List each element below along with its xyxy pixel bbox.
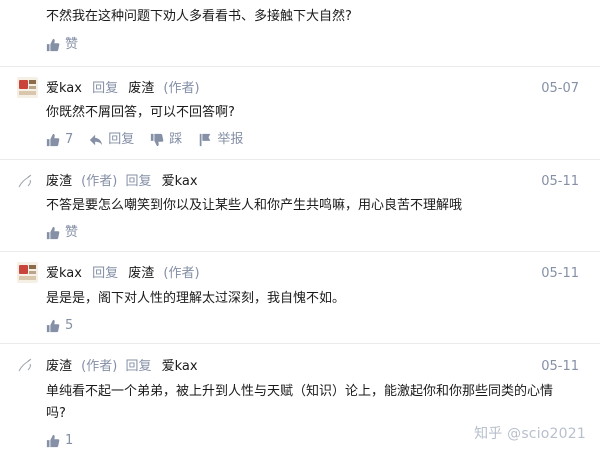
author-name[interactable]: 废渣 bbox=[46, 174, 72, 189]
comment-actions: 5 bbox=[46, 317, 89, 335]
like-button[interactable]: 赞 bbox=[46, 224, 78, 242]
like-label: 赞 bbox=[65, 225, 79, 240]
avatar[interactable] bbox=[17, 355, 38, 376]
reply-target-name[interactable]: 废渣 bbox=[128, 81, 154, 96]
comment-item: 废渣 (作者) 回复 爱kax 05-11 不答是要怎么嘲笑到你以及让某些人和你… bbox=[0, 159, 600, 251]
author-tag: (作者) bbox=[81, 174, 118, 189]
author-tag: (作者) bbox=[163, 266, 200, 281]
comment-meta: 废渣 (作者) 回复 爱kax bbox=[46, 173, 198, 191]
like-count: 5 bbox=[65, 318, 74, 333]
thumbs-up-icon bbox=[46, 38, 60, 52]
comment-date: 05-07 bbox=[541, 81, 579, 96]
comment-meta: 爱kax 回复 废渣 (作者) bbox=[46, 265, 200, 283]
reply-target-name[interactable]: 废渣 bbox=[128, 266, 154, 281]
comment-text: 不然我在这种问题下劝人多看看书、多接触下大自然? bbox=[46, 9, 352, 24]
comment-text-line-2: 吗? bbox=[46, 406, 66, 421]
author-name[interactable]: 爱kax bbox=[46, 266, 82, 281]
comment-item: 爱kax 回复 废渣 (作者) 05-11 是是是，阁下对人性的理解太过深刻，我… bbox=[0, 251, 600, 343]
avatar[interactable] bbox=[17, 77, 38, 98]
thumbs-up-icon bbox=[46, 226, 60, 240]
comment-meta: 爱kax 回复 废渣 (作者) bbox=[46, 80, 200, 98]
author-tag: (作者) bbox=[81, 359, 118, 374]
comment-text: 你既然不屑回答，可以不回答啊? bbox=[46, 105, 235, 120]
like-count: 1 bbox=[65, 433, 74, 448]
watermark: 知乎 @scio2021 bbox=[474, 426, 586, 442]
author-name[interactable]: 废渣 bbox=[46, 359, 72, 374]
comment-meta: 废渣 (作者) 回复 爱kax bbox=[46, 358, 198, 376]
comment-date: 05-11 bbox=[541, 359, 579, 374]
avatar[interactable] bbox=[17, 171, 38, 192]
reply-target-name[interactable]: 爱kax bbox=[162, 174, 198, 189]
thumbs-up-icon bbox=[46, 319, 60, 333]
reply-word: 回复 bbox=[92, 266, 119, 281]
reply-word: 回复 bbox=[125, 174, 152, 189]
avatar[interactable] bbox=[17, 262, 38, 283]
like-button[interactable]: 7 bbox=[46, 131, 73, 149]
comment-date: 05-11 bbox=[541, 266, 579, 281]
comment-item: 爱kax 回复 废渣 (作者) 05-07 你既然不屑回答，可以不回答啊? 7 … bbox=[0, 66, 600, 159]
dislike-button[interactable]: 踩 bbox=[150, 131, 182, 149]
report-label: 举报 bbox=[217, 132, 244, 147]
comment-text: 是是是，阁下对人性的理解太过深刻，我自愧不如。 bbox=[46, 291, 346, 306]
like-button[interactable]: 赞 bbox=[46, 36, 78, 54]
like-label: 赞 bbox=[65, 37, 79, 52]
reply-label: 回复 bbox=[108, 132, 135, 147]
reply-target-name[interactable]: 爱kax bbox=[162, 359, 198, 374]
comment-text: 不答是要怎么嘲笑到你以及让某些人和你产生共鸣嘛，用心良苦不理解哦 bbox=[46, 198, 463, 213]
comment-text-line-1: 单纯看不起一个弟弟，被上升到人性与天赋（知识）论上，能激起你和你那些同类的心情 bbox=[46, 384, 554, 399]
comment-actions: 赞 bbox=[46, 224, 94, 242]
comment-actions: 7 回复 踩 举报 bbox=[46, 131, 259, 149]
author-name[interactable]: 爱kax bbox=[46, 81, 82, 96]
flag-icon bbox=[200, 133, 211, 147]
report-button[interactable]: 举报 bbox=[198, 131, 243, 149]
reply-word: 回复 bbox=[92, 81, 119, 96]
thumbs-up-icon bbox=[46, 434, 60, 448]
comment-actions: 1 bbox=[46, 432, 89, 450]
thumbs-down-icon bbox=[151, 133, 164, 147]
comment-date: 05-11 bbox=[541, 174, 579, 189]
comment-item: 不然我在这种问题下劝人多看看书、多接触下大自然? 赞 bbox=[0, 0, 600, 66]
reply-button[interactable]: 回复 bbox=[89, 131, 134, 149]
dislike-label: 踩 bbox=[169, 132, 183, 147]
reply-arrow-icon bbox=[90, 134, 103, 146]
reply-word: 回复 bbox=[125, 359, 152, 374]
like-button[interactable]: 1 bbox=[46, 432, 73, 450]
like-button[interactable]: 5 bbox=[46, 317, 73, 335]
author-tag: (作者) bbox=[163, 81, 200, 96]
like-count: 7 bbox=[65, 132, 74, 147]
thumbs-up-icon bbox=[46, 133, 60, 147]
comment-actions: 赞 bbox=[46, 36, 94, 54]
